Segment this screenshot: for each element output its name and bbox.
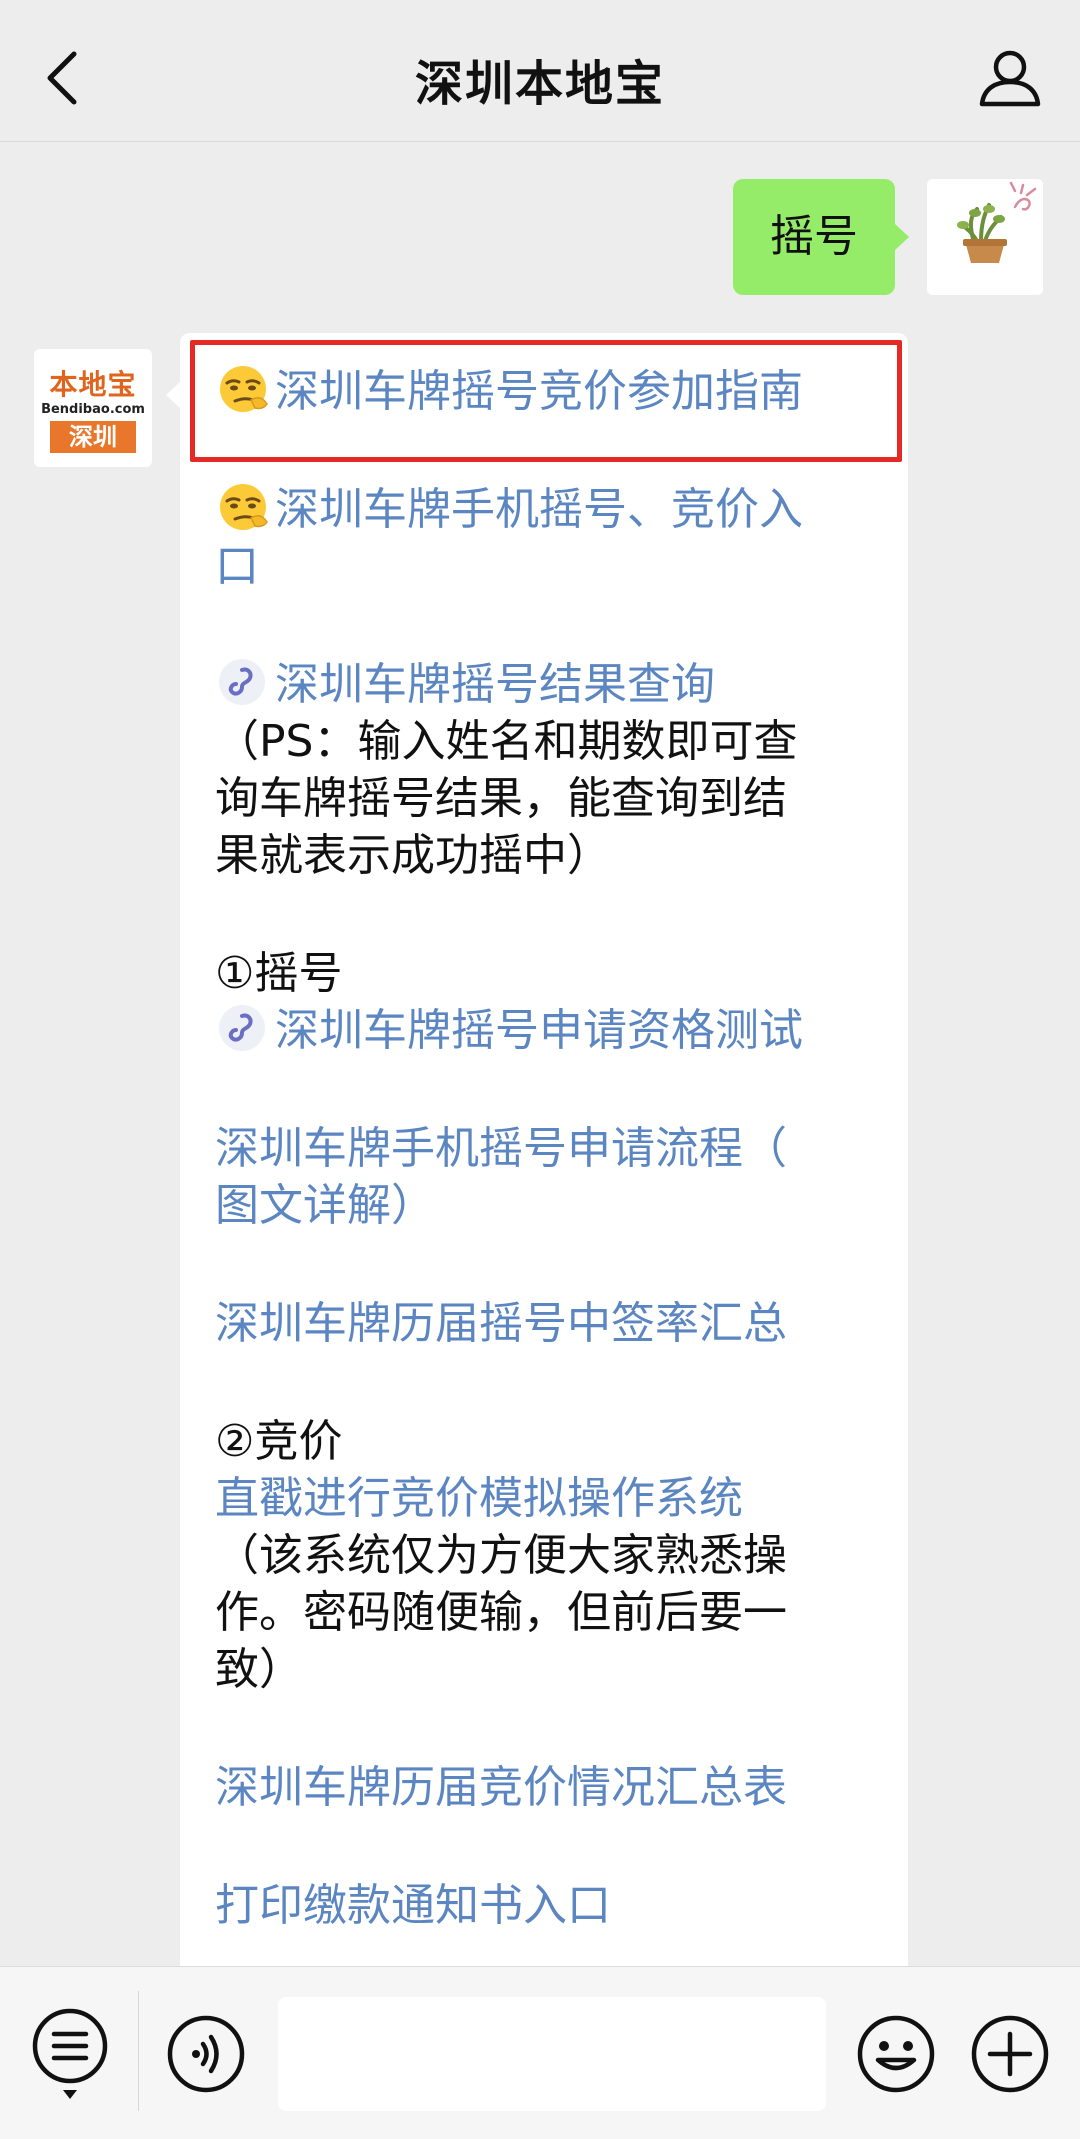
user-avatar[interactable] xyxy=(927,179,1043,295)
list-menu-icon[interactable] xyxy=(30,2006,110,2106)
page-title: 深圳本地宝 xyxy=(414,56,665,112)
smiley-icon[interactable] xyxy=(856,2014,936,2094)
section-heading: ①摇号 xyxy=(215,948,343,999)
toolbar-divider xyxy=(138,1991,139,2111)
outgoing-message-bubble[interactable]: 摇号 xyxy=(733,179,909,295)
logo-domain-text: Bendibao.com xyxy=(41,402,145,417)
mini-program-link[interactable]: 深圳车牌摇号申请资格测试 xyxy=(215,1002,875,1059)
link-text[interactable]: 深圳车牌摇号竞价参加指南 xyxy=(275,366,803,417)
note-text: 致） xyxy=(215,1644,303,1695)
note-text: （PS：输入姓名和期数即可查 xyxy=(215,716,798,767)
person-icon[interactable] xyxy=(978,48,1042,108)
chat-area[interactable]: 摇号 本地宝 Bendibao.com 深圳 深圳车牌摇号竞价参加指南 深圳车牌… xyxy=(0,143,1080,1966)
link-text[interactable]: 深圳车牌手机摇号、竞价入 xyxy=(275,484,803,535)
smirk-emoji-icon xyxy=(220,484,268,530)
message-input[interactable] xyxy=(278,1997,826,2111)
incoming-message-bubble: 深圳车牌摇号竞价参加指南 深圳车牌手机摇号、竞价入 口 深圳车牌摇号结果查询 （… xyxy=(166,333,908,1966)
list-item-link[interactable]: 深圳车牌手机摇号、竞价入 xyxy=(215,481,875,538)
mini-program-link[interactable]: 深圳车牌摇号结果查询 xyxy=(215,656,875,713)
smirk-emoji-icon xyxy=(220,366,268,412)
official-account-avatar[interactable]: 本地宝 Bendibao.com 深圳 xyxy=(34,349,152,467)
link-text[interactable]: 深圳车牌摇号结果查询 xyxy=(275,659,715,710)
list-item-link[interactable]: 深圳车牌手机摇号申请流程（ xyxy=(215,1120,875,1177)
note-text: 询车牌摇号结果，能查询到结 xyxy=(215,773,787,824)
mini-program-link-icon xyxy=(219,1005,265,1051)
link-text[interactable]: 深圳车牌摇号申请资格测试 xyxy=(275,1005,803,1056)
list-item-link[interactable]: 深圳车牌历届摇号中签率汇总 xyxy=(215,1295,875,1352)
list-item-link[interactable]: 深圳车牌历届竞价情况汇总表 xyxy=(215,1759,875,1816)
logo-city-text: 深圳 xyxy=(50,421,136,453)
link-text-continued[interactable]: 图文详解） xyxy=(215,1177,875,1234)
logo-brand-text: 本地宝 xyxy=(49,368,137,401)
potted-plant-icon xyxy=(927,179,1043,295)
mini-program-link-icon xyxy=(219,659,265,705)
section-heading: ②竞价 xyxy=(215,1416,343,1467)
list-item-link[interactable]: 深圳车牌摇号竞价参加指南 xyxy=(215,363,875,420)
voice-icon[interactable] xyxy=(166,2014,246,2094)
list-item-link[interactable]: 打印缴款通知书入口 xyxy=(215,1877,875,1934)
link-text-continued[interactable]: 口 xyxy=(215,538,875,595)
note-text: 作。密码随便输，但前后要一 xyxy=(215,1587,787,1638)
header-bar: 深圳本地宝 xyxy=(0,0,1080,142)
note-text: （该系统仅为方便大家熟悉操 xyxy=(215,1530,787,1581)
input-toolbar xyxy=(0,1966,1080,2139)
note-text: 果就表示成功摇中） xyxy=(215,830,611,881)
list-item-link[interactable]: 直戳进行竞价模拟操作系统 xyxy=(215,1470,875,1527)
plus-circle-icon[interactable] xyxy=(970,2014,1050,2094)
